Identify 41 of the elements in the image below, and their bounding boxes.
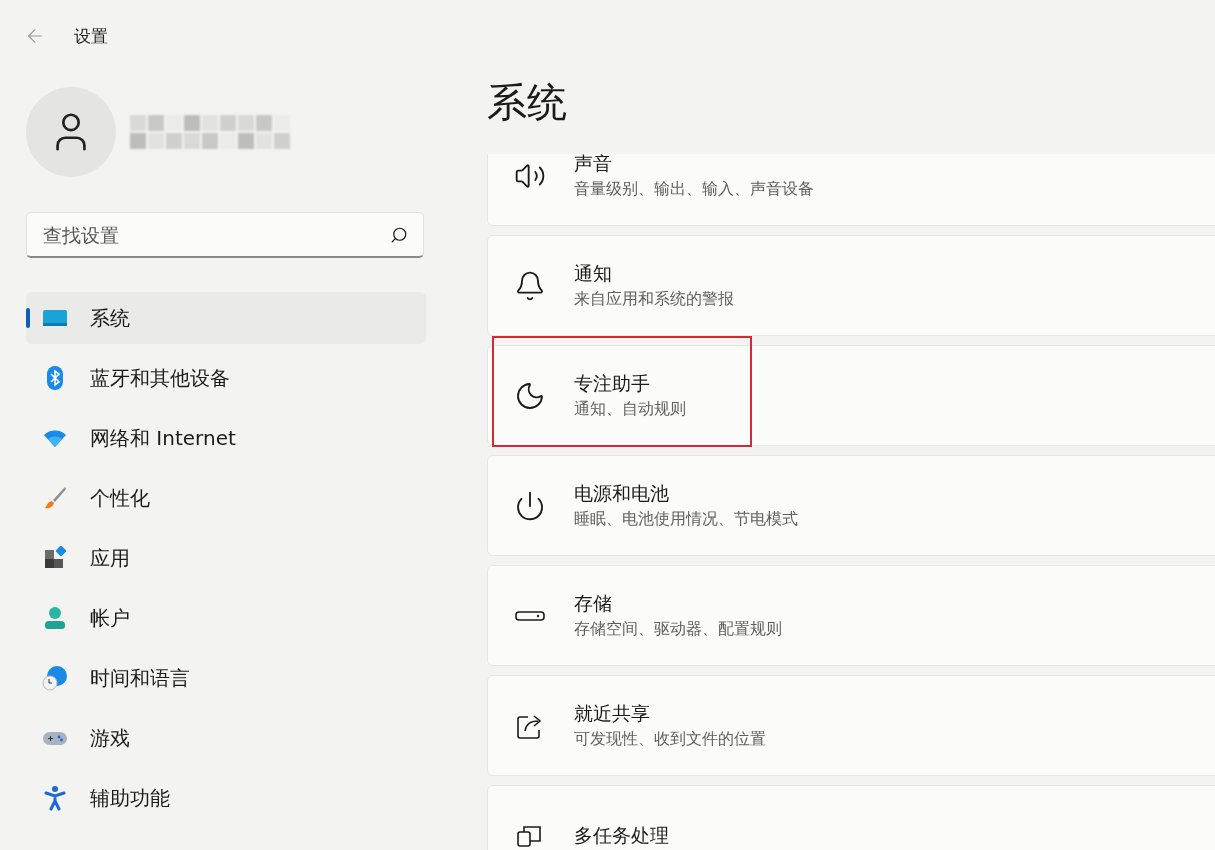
settings-card[interactable]: 声音 音量级别、输出、输入、声音设备 bbox=[487, 154, 1215, 226]
setting-title: 声音 bbox=[574, 154, 613, 176]
setting-title: 通知 bbox=[574, 261, 613, 286]
page-title: 系统 bbox=[487, 82, 568, 127]
sidebar-item[interactable]: 时间和语言 bbox=[26, 652, 426, 704]
setting-description: 音量级别、输出、输入、声音设备 bbox=[574, 179, 814, 200]
bell-icon bbox=[514, 269, 546, 302]
sidebar-item[interactable]: 游戏 bbox=[26, 712, 426, 764]
search-field[interactable]: 查找设置 bbox=[26, 212, 424, 258]
setting-title: 多任务处理 bbox=[574, 822, 669, 848]
setting-title: 专注助手 bbox=[574, 371, 651, 396]
setting-title: 就近共享 bbox=[574, 701, 651, 726]
drive-icon bbox=[514, 610, 546, 621]
apps-icon bbox=[42, 545, 68, 571]
setting-description: 睡眠、电池使用情况、节电模式 bbox=[574, 509, 798, 530]
sidebar-item[interactable]: 蓝牙和其他设备 bbox=[26, 352, 426, 404]
settings-card[interactable]: 电源和电池 睡眠、电池使用情况、节电模式 bbox=[487, 455, 1215, 556]
setting-title: 存储 bbox=[574, 591, 613, 616]
sidebar-item[interactable]: 网络和 Internet bbox=[26, 412, 426, 464]
person-icon bbox=[42, 605, 68, 631]
sidebar-item[interactable]: 个性化 bbox=[26, 472, 426, 524]
settings-card[interactable]: 通知 来自应用和系统的警报 bbox=[487, 235, 1215, 336]
setting-title: 电源和电池 bbox=[574, 481, 670, 506]
settings-card[interactable]: 存储 存储空间、驱动器、配置规则 bbox=[487, 565, 1215, 666]
settings-card[interactable]: 专注助手 通知、自动规则 bbox=[487, 345, 1215, 446]
accessibility-icon bbox=[42, 785, 68, 811]
settings-card[interactable]: 多任务处理 bbox=[487, 785, 1215, 850]
setting-description: 通知、自动规则 bbox=[574, 399, 686, 420]
sidebar-item[interactable]: 帐户 bbox=[26, 592, 426, 644]
search-icon[interactable] bbox=[390, 226, 408, 244]
setting-description: 来自应用和系统的警报 bbox=[574, 289, 734, 310]
power-icon bbox=[514, 489, 546, 522]
setting-description: 存储空间、驱动器、配置规则 bbox=[574, 619, 782, 640]
window-title: 设置 bbox=[74, 24, 108, 48]
paintbrush-icon bbox=[42, 485, 68, 511]
sidebar-item[interactable]: 应用 bbox=[26, 532, 426, 584]
sidebar-item[interactable]: 辅助功能 bbox=[26, 772, 426, 824]
settings-card[interactable]: 就近共享 可发现性、收到文件的位置 bbox=[487, 675, 1215, 776]
globe-clock-icon bbox=[42, 665, 68, 691]
sidebar-item[interactable]: 系统 bbox=[26, 292, 426, 344]
setting-description: 可发现性、收到文件的位置 bbox=[574, 729, 766, 750]
